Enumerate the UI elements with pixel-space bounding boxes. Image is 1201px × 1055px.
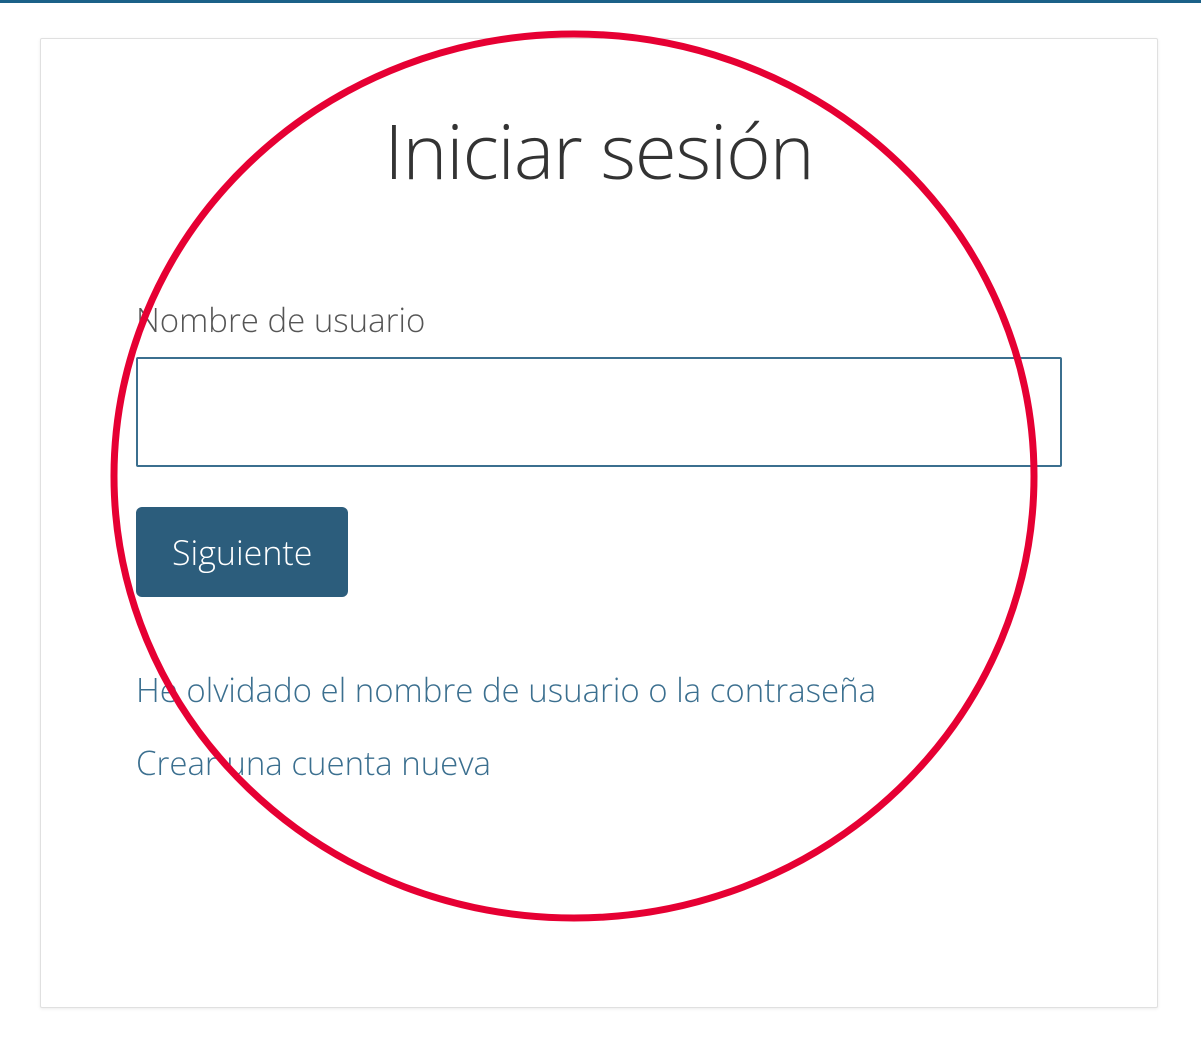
username-input[interactable]: [136, 357, 1062, 467]
forgot-link-row: He olvidado el nombre de usuario o la co…: [136, 667, 1062, 712]
next-button[interactable]: Siguiente: [136, 507, 348, 597]
username-label: Nombre de usuario: [136, 297, 1062, 342]
login-title: Iniciar sesión: [136, 99, 1062, 202]
create-link-row: Crear una cuenta nueva: [136, 740, 1062, 785]
create-account-link[interactable]: Crear una cuenta nueva: [136, 740, 491, 785]
forgot-credentials-link[interactable]: He olvidado el nombre de usuario o la co…: [136, 667, 876, 712]
login-card: Iniciar sesión Nombre de usuario Siguien…: [40, 38, 1158, 1008]
